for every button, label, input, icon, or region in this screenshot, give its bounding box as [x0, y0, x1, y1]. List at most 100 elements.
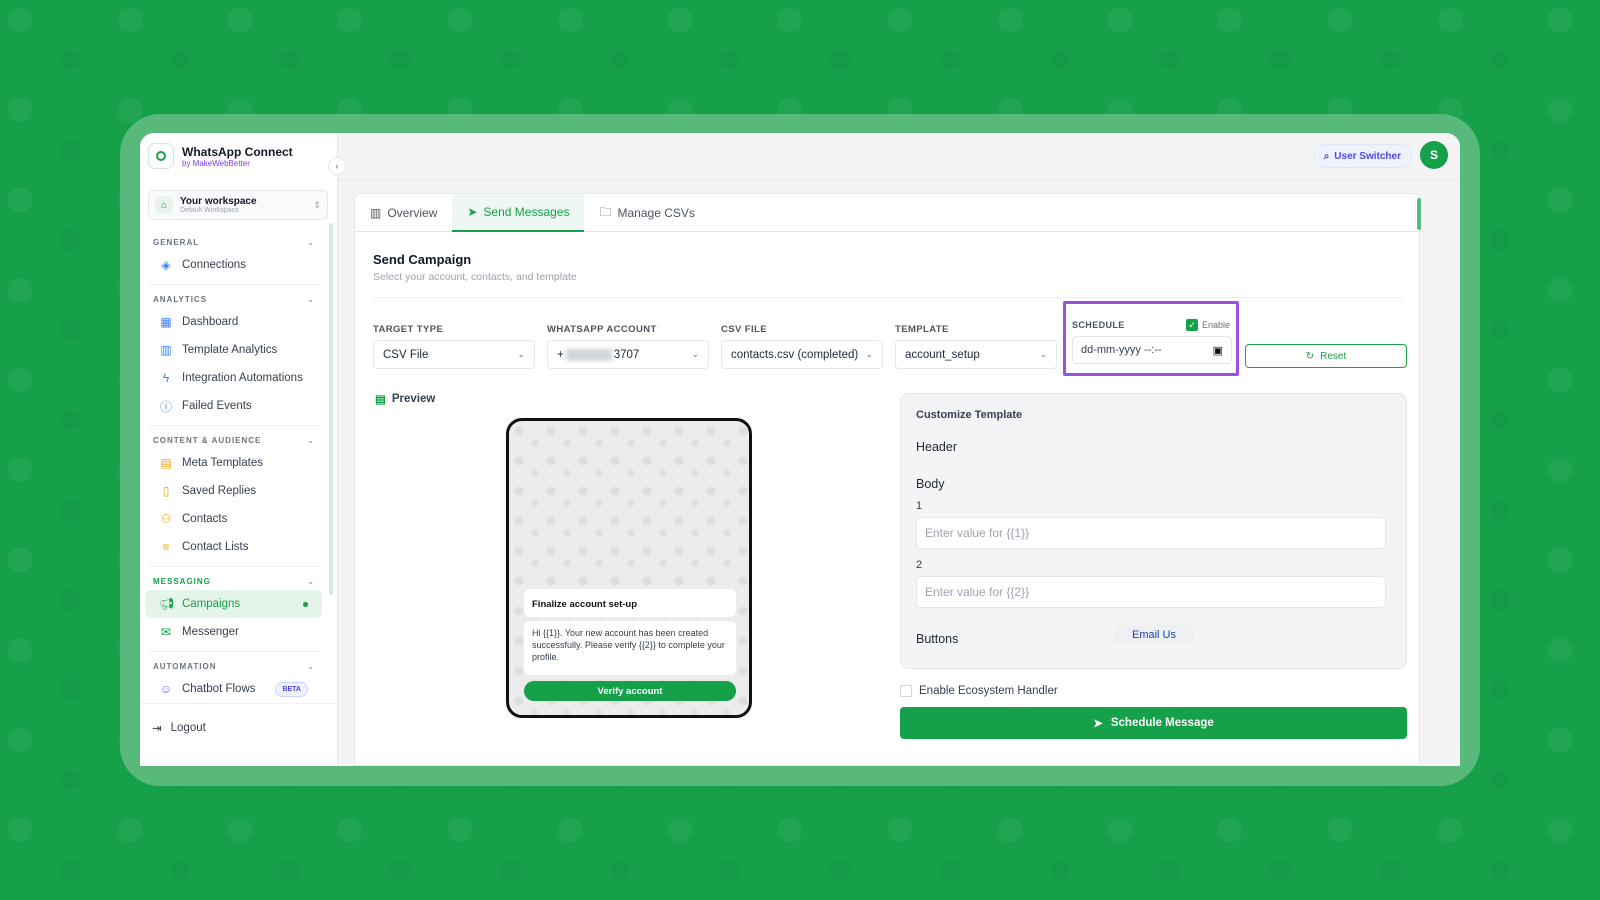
csv-file-label: CSV FILE: [721, 324, 767, 335]
section-analytics[interactable]: ANALYTICS ⌄: [140, 290, 328, 308]
main-scrollbar[interactable]: [1417, 198, 1421, 230]
home-icon: ⌂: [155, 196, 173, 214]
active-dot: [303, 601, 308, 607]
sidebar: WhatsApp Connect by MakeWebBetter ⌂ Your…: [140, 133, 338, 766]
collapse-sidebar-button[interactable]: ‹: [328, 157, 346, 175]
logout-icon: ⇥: [152, 723, 162, 735]
tab-send-messages[interactable]: ➤ Send Messages: [452, 194, 585, 232]
preview-label: ▤ Preview: [375, 392, 435, 406]
list-filter-icon: ≡: [162, 540, 170, 554]
user-switcher-button[interactable]: ⌕ User Switcher: [1312, 144, 1412, 168]
var1-label: 1: [916, 500, 923, 512]
sidebar-item-saved-replies[interactable]: ▯ Saved Replies: [145, 477, 322, 505]
sidebar-item-label: Contact Lists: [182, 541, 249, 553]
sidebar-scrollbar[interactable]: [329, 223, 333, 595]
customize-title: Customize Template: [916, 409, 1023, 421]
sidebar-item-meta-templates[interactable]: ▤ Meta Templates: [145, 449, 322, 477]
sidebar-item-label: Saved Replies: [182, 485, 257, 497]
section-messaging-label: MESSAGING: [153, 576, 211, 586]
whatsapp-account-select[interactable]: +3707 ⌄: [547, 340, 709, 369]
target-type-select[interactable]: CSV File ⌄: [373, 340, 535, 369]
page-subtitle: Select your account, contacts, and templ…: [373, 271, 577, 283]
logout-button[interactable]: ⇥ Logout: [152, 721, 206, 735]
preview-header: Finalize account set-up: [524, 589, 736, 617]
sidebar-item-campaigns[interactable]: 📢︎ Campaigns: [145, 590, 322, 618]
chevron-down-icon: ⌄: [1039, 349, 1047, 359]
workspace-switcher[interactable]: ⌂ Your workspace Default Workspace ⇕: [148, 190, 328, 220]
users-icon: ⚇: [160, 512, 172, 526]
logout-label: Logout: [170, 722, 206, 734]
schedule-datetime-input[interactable]: dd-mm-yyyy --:-- ▣: [1072, 336, 1232, 364]
ecosystem-label: Enable Ecosystem Handler: [919, 685, 1058, 697]
schedule-enable-label: Enable: [1201, 320, 1230, 330]
tab-manage-csvs[interactable]: 🗀 Manage CSVs: [584, 194, 709, 232]
grid-icon: ▦: [160, 315, 172, 329]
section-automation[interactable]: AUTOMATION ⌄: [140, 657, 328, 675]
alert-circle-icon: ⓘ: [159, 399, 172, 414]
tab-overview[interactable]: ▥ Overview: [355, 194, 452, 232]
section-content-audience-label: CONTENT & AUDIENCE: [153, 435, 262, 445]
buttons-section-label: Buttons: [916, 632, 959, 646]
section-automation-label: AUTOMATION: [153, 661, 217, 671]
reset-label: Reset: [1320, 350, 1347, 362]
chevron-down-icon: ⌄: [307, 237, 315, 247]
sidebar-item-integration-automations[interactable]: ϟ Integration Automations: [145, 364, 322, 392]
template-select[interactable]: account_setup ⌄: [895, 340, 1057, 369]
sidebar-item-failed-events[interactable]: ⓘ Failed Events: [145, 392, 322, 420]
beta-badge: BETA: [275, 681, 308, 697]
document-icon: ▤: [375, 394, 386, 406]
header-section-label: Header: [916, 440, 957, 454]
schedule-panel: SCHEDULE ✓ Enable dd-mm-yyyy --:-- ▣: [1063, 301, 1239, 376]
email-us-button[interactable]: Email Us: [1114, 625, 1195, 645]
rotate-icon: ↻: [1305, 350, 1315, 362]
section-content-audience[interactable]: CONTENT & AUDIENCE ⌄: [140, 431, 328, 449]
phone-preview: Finalize account set-up Hi {{1}}. Your n…: [506, 418, 752, 718]
account-suffix: 3707: [613, 348, 640, 361]
avatar[interactable]: S: [1420, 141, 1448, 169]
sidebar-item-dashboard[interactable]: ▦ Dashboard: [145, 308, 322, 336]
sidebar-item-label: Dashboard: [182, 316, 239, 328]
body-section-label: Body: [916, 477, 945, 491]
page-title: Send Campaign: [373, 252, 472, 267]
chevron-down-icon: ⌄: [865, 349, 873, 359]
tab-label: Send Messages: [483, 205, 570, 219]
sidebar-item-label: Messenger: [182, 626, 239, 638]
sidebar-item-messenger[interactable]: ✉ Messenger: [145, 618, 322, 646]
sidebar-item-label: Meta Templates: [182, 457, 263, 469]
schedule-message-button[interactable]: ➤ Schedule Message: [900, 707, 1407, 739]
preview-verify-button: Verify account: [524, 681, 736, 701]
ecosystem-handler-checkbox[interactable]: Enable Ecosystem Handler: [900, 685, 1058, 697]
template-label: TEMPLATE: [895, 324, 949, 335]
sidebar-item-contact-lists[interactable]: ≡ Contact Lists: [145, 533, 322, 561]
tab-label: Manage CSVs: [617, 206, 695, 220]
var1-input[interactable]: Enter value for {{1}}: [916, 517, 1386, 549]
csv-file-select[interactable]: contacts.csv (completed) ⌄: [721, 340, 883, 369]
document-icon: ▤: [160, 456, 172, 470]
sidebar-item-label: Contacts: [182, 513, 228, 525]
sidebar-item-chatbot-flows[interactable]: ☺ Chatbot Flows BETA: [145, 675, 322, 703]
var2-input[interactable]: Enter value for {{2}}: [916, 576, 1386, 608]
preview-label-text: Preview: [391, 393, 436, 405]
megaphone-icon: 📢︎: [159, 597, 175, 611]
chevron-down-icon: ⌄: [517, 349, 525, 359]
section-general[interactable]: GENERAL ⌄: [140, 233, 328, 251]
schedule-enable-toggle[interactable]: ✓ Enable: [1185, 319, 1230, 331]
chevron-updown-icon: ⇕: [313, 199, 321, 210]
workspace-sub: Default Workspace: [180, 207, 240, 214]
sidebar-nav: GENERAL ⌄ ◈ Connections ANALYTICS ⌄ ▦ Dashbo…: [140, 233, 328, 703]
sidebar-item-label: Chatbot Flows: [182, 683, 256, 695]
sidebar-item-connections[interactable]: ◈ Connections: [145, 251, 322, 279]
sidebar-item-label: Campaigns: [182, 598, 241, 610]
bookmark-icon: ▯: [162, 484, 170, 498]
sidebar-item-template-analytics[interactable]: ▥ Template Analytics: [145, 336, 322, 364]
section-messaging[interactable]: MESSAGING ⌄: [140, 572, 328, 590]
csv-file-value: contacts.csv (completed): [731, 348, 859, 361]
workspace-name: Your workspace: [180, 196, 257, 207]
reset-button[interactable]: ↻ Reset: [1245, 344, 1407, 368]
whatsapp-account-label: WHATSAPP ACCOUNT: [547, 324, 657, 335]
sidebar-item-label: Integration Automations: [182, 372, 303, 384]
brand-title: WhatsApp Connect: [182, 144, 293, 159]
sidebar-item-contacts[interactable]: ⚇ Contacts: [145, 505, 322, 533]
preview-body: Hi {{1}}. Your new account has been crea…: [524, 621, 736, 675]
calendar-icon[interactable]: ▣: [1213, 344, 1223, 357]
